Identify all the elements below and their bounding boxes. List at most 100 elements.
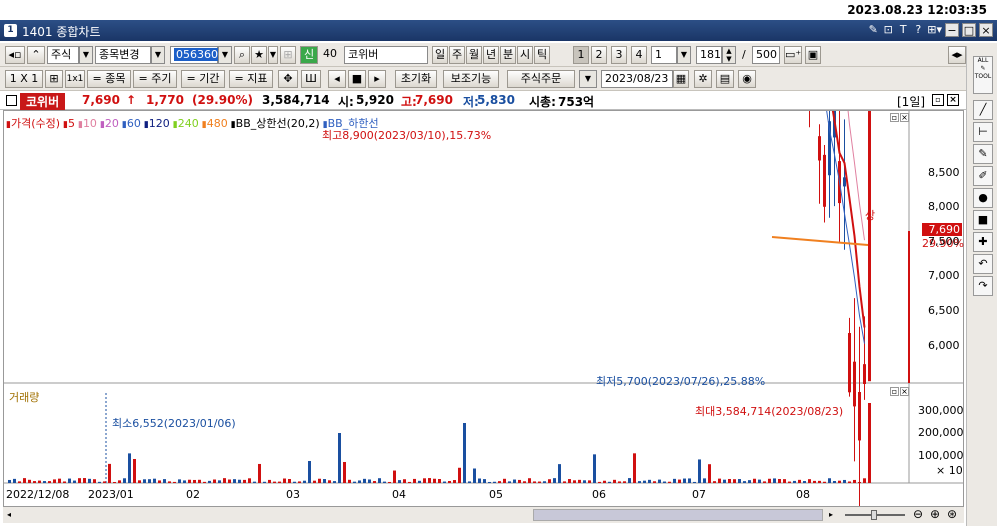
period-week-button[interactable]: 주 xyxy=(449,46,465,64)
grid-icon[interactable]: ⊞ xyxy=(45,70,63,88)
chevron-down-icon[interactable]: ▼ xyxy=(579,70,597,88)
help-icon[interactable]: ? xyxy=(912,23,924,37)
cycle-button[interactable]: = 주기 xyxy=(133,70,177,88)
legend-item[interactable]: 가격(수정) xyxy=(11,117,60,130)
interval-2-button[interactable]: 2 xyxy=(591,46,607,64)
chevron-down-icon[interactable]: ▼ xyxy=(79,46,93,64)
chevron-down-icon[interactable]: ▼ xyxy=(218,46,232,64)
period-day-button[interactable]: 일 xyxy=(432,46,448,64)
legend-item[interactable]: 120 xyxy=(149,117,170,130)
symbol-code-input[interactable]: 056360 xyxy=(170,46,220,64)
layout-ratio-button[interactable]: 1 X 1 xyxy=(5,70,43,88)
interval-4-button[interactable]: 4 xyxy=(631,46,647,64)
new-listing-button[interactable]: 신 xyxy=(300,46,318,64)
bar-count-input[interactable]: 181 xyxy=(696,46,722,64)
price-volume-chart[interactable] xyxy=(4,111,963,506)
close-icon[interactable]: × xyxy=(947,94,959,106)
export-icon[interactable]: ⊡ xyxy=(882,23,894,37)
all-tool-icon[interactable]: ALL ✎ TOOL xyxy=(973,56,993,94)
chevron-down-icon[interactable]: ▼ xyxy=(151,46,165,64)
spinner-icon[interactable]: ▲ ▼ xyxy=(722,46,736,64)
rect-tool-icon[interactable]: ■ xyxy=(973,210,993,230)
range-button[interactable]: = 기간 xyxy=(181,70,225,88)
undo-icon[interactable]: ↶ xyxy=(973,254,993,274)
scroll-right-icon[interactable]: ▸ xyxy=(825,509,837,521)
pen-tool-icon[interactable]: ✎ xyxy=(973,144,993,164)
gear-icon[interactable]: ✲ xyxy=(694,70,712,88)
chevron-down-icon[interactable]: ▼ xyxy=(268,46,278,64)
grid-layout-button[interactable]: 1x1 xyxy=(65,70,85,88)
pane-close-icon[interactable]: × xyxy=(900,113,909,122)
legend-item[interactable]: 5 xyxy=(68,117,75,130)
scroll-thumb[interactable] xyxy=(533,509,823,521)
play-forward-icon[interactable]: ▸ xyxy=(368,70,386,88)
minimize-button[interactable]: − xyxy=(945,23,959,37)
pane-restore-icon[interactable]: ▫ xyxy=(890,387,899,396)
chart-scrollbar[interactable]: ◂ ▸ ⊖ ⊕ ⊛ xyxy=(3,507,964,523)
save-icon[interactable]: ▣ xyxy=(805,46,821,64)
legend-item[interactable]: 20 xyxy=(105,117,119,130)
legend-item[interactable]: 240 xyxy=(178,117,199,130)
redo-icon[interactable]: ↷ xyxy=(973,276,993,296)
calendar-icon[interactable]: ▦ xyxy=(673,70,689,88)
checkbox-icon[interactable] xyxy=(6,95,17,106)
zoom-slider-thumb[interactable] xyxy=(871,510,877,520)
play-back-icon[interactable]: ◂ xyxy=(328,70,346,88)
zoom-out-icon[interactable]: ⊖ xyxy=(913,507,923,521)
chart-area[interactable]: ▮가격(수정) ▮5 ▮10 ▮20 ▮60 ▮120 ▮240 ▮480 ▮BB_상한선(20… xyxy=(3,110,964,507)
star-icon[interactable]: ★ xyxy=(251,46,267,64)
link-icon[interactable]: ⊞ xyxy=(280,46,296,64)
text-icon[interactable]: T xyxy=(897,23,909,37)
maximize-button[interactable]: □ xyxy=(962,23,976,37)
circle-tool-icon[interactable]: ● xyxy=(973,188,993,208)
scroll-left-icon[interactable]: ◂ xyxy=(3,509,15,521)
zoom-in-icon[interactable]: ⊕ xyxy=(930,507,940,521)
crosshair-tool-icon[interactable]: ✚ xyxy=(973,232,993,252)
interval-1-button[interactable]: 1 xyxy=(573,46,589,64)
legend-item[interactable]: BB_상한선(20,2) xyxy=(236,117,320,130)
collapse-arrow-icon[interactable]: ◂▸ xyxy=(948,46,966,64)
candle-icon[interactable]: Ш xyxy=(301,70,321,88)
line-tool-icon[interactable]: ╱ xyxy=(973,100,993,120)
table-icon[interactable]: ▤ xyxy=(716,70,734,88)
pane-restore-icon[interactable]: ▫ xyxy=(890,113,899,122)
total-bars-input[interactable]: 500 xyxy=(752,46,780,64)
legend-item[interactable]: 480 xyxy=(207,117,228,130)
reset-button[interactable]: 초기화 xyxy=(395,70,437,88)
pane-close-icon[interactable]: × xyxy=(900,387,909,396)
interval-input[interactable]: 1 xyxy=(651,46,677,64)
search-icon[interactable]: ⌕ xyxy=(234,46,250,64)
volume-bar xyxy=(533,481,536,483)
add-window-icon[interactable]: ▭⁺ xyxy=(784,46,802,64)
chevron-down-icon[interactable]: ▼ xyxy=(677,46,691,64)
assist-function-button[interactable]: 보조기능 xyxy=(443,70,499,88)
restore-icon[interactable]: ▫ xyxy=(932,94,944,106)
capture-icon[interactable]: ◉ xyxy=(738,70,756,88)
period-hour-button[interactable]: 시 xyxy=(517,46,533,64)
close-button[interactable]: × xyxy=(979,23,993,37)
symbol-overlay-button[interactable]: = 종목 xyxy=(87,70,131,88)
period-year-button[interactable]: 년 xyxy=(483,46,499,64)
split-left-icon[interactable]: ◂▫ xyxy=(5,46,25,64)
period-minute-button[interactable]: 분 xyxy=(500,46,516,64)
symbol-change-select[interactable]: 종목변경 xyxy=(95,46,151,64)
window-titlebar[interactable]: 1 1401 종합차트 ✎ ⊡ T ? ⊞▾ − □ × xyxy=(0,20,997,41)
period-month-button[interactable]: 월 xyxy=(466,46,482,64)
wrench-icon[interactable]: ✎ xyxy=(867,23,879,37)
move-icon[interactable]: ✥ xyxy=(278,70,298,88)
marker-tool-icon[interactable]: ✐ xyxy=(973,166,993,186)
market-type-select[interactable]: 주식 xyxy=(47,46,79,64)
legend-item[interactable]: 60 xyxy=(127,117,141,130)
interval-3-button[interactable]: 3 xyxy=(611,46,627,64)
symbol-name-field[interactable]: 코위버 xyxy=(344,46,428,64)
legend-item[interactable]: 10 xyxy=(83,117,97,130)
indicator-button[interactable]: = 지표 xyxy=(229,70,273,88)
zoom-fit-icon[interactable]: ⊛ xyxy=(947,507,957,521)
date-input[interactable]: 2023/08/23 xyxy=(601,70,673,88)
up-arrow-icon[interactable]: ⌃ xyxy=(27,46,45,64)
hline-tool-icon[interactable]: ⊢ xyxy=(973,122,993,142)
period-tick-button[interactable]: 틱 xyxy=(534,46,550,64)
menu-icon[interactable]: ⊞▾ xyxy=(927,23,942,37)
stock-order-button[interactable]: 주식주문 xyxy=(507,70,575,88)
stop-icon[interactable]: ■ xyxy=(348,70,366,88)
